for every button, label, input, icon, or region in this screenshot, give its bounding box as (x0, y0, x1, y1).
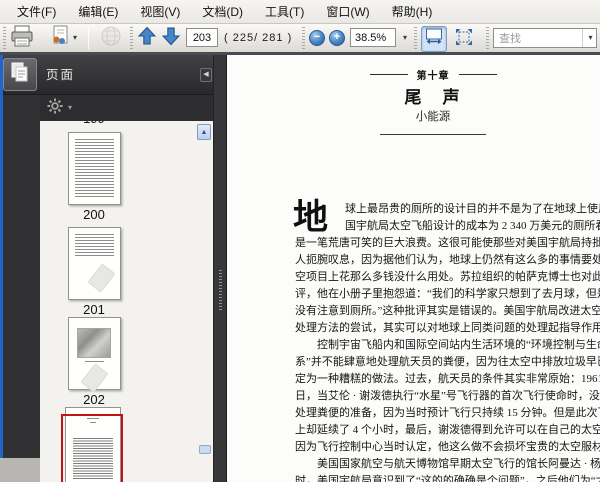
previous-page-button[interactable] (136, 26, 158, 50)
caret-down-icon: ▾ (402, 33, 407, 42)
thumbnail-panel: 199 200 201 202 ▲ (40, 121, 213, 482)
document-text-line: 处理粪便的准备，因为当时预计飞行只持续 15 分钟。但是此次飞行实际 (295, 407, 600, 419)
sidebar-bottom-block (0, 458, 40, 482)
options-caret-icon[interactable]: ▾ (68, 104, 72, 112)
down-arrow-icon (161, 26, 181, 51)
document-text-line: 美国国家航空与航天博物馆早期太空飞行的馆长阿曼达 · 杨说，此 (317, 458, 600, 470)
document-body-text: 球上最昂贵的厕所的设计目的并不是为了在地球上使用。为美 国宇航局太空飞船设计的成… (295, 201, 600, 482)
chapter-subtitle: 小能源 (415, 111, 451, 123)
thumbnail-page-200[interactable] (68, 132, 121, 205)
thumbnail-text-lines (75, 234, 114, 256)
next-page-button[interactable] (160, 26, 182, 50)
fit-width-icon (425, 28, 443, 50)
title-divider-rule (380, 134, 486, 135)
document-text-line: 系”并不能肆意地处理航天员的粪便，因为往太空中排放垃圾早已经被判 (295, 356, 600, 368)
up-arrow-icon (137, 26, 157, 51)
find-input[interactable]: 查找 ▾ (493, 28, 597, 48)
document-text-line: 没有注意到厕所。”这种批评其实是错误的。美国宇航局改进太空人员粪便 (295, 305, 600, 317)
splitter-grip[interactable] (219, 270, 222, 310)
gear-icon[interactable] (47, 97, 63, 119)
zoom-dropdown-button[interactable]: ▾ (397, 26, 411, 50)
print-button[interactable] (8, 25, 36, 52)
pdf-reader-window: 文件(F) 编辑(E) 视图(V) 文档(D) 工具(T) 窗口(W) 帮助(H… (0, 0, 600, 482)
document-text-line: 空项目上花那么多钱没什么用处。苏拉组织的帕萨克博士也对此进行了批 (295, 271, 600, 283)
thumbnail-watermark (87, 263, 116, 293)
document-text-line: 因为飞行控制中心当时认定，他这么做不会损坏宝贵的太空服材料。 (295, 441, 600, 453)
document-text-line: 定为一种糟糕的做法。过去，航天员的条件其实非常原始：1961 年 5 月 5 (295, 373, 600, 385)
thumbnail-label: 200 (83, 207, 105, 222)
document-page: 第十章 尾 声 小能源 地 球上最昂贵的厕所的设计目的并不是为了在地球上使用。为… (227, 55, 600, 482)
zoom-out-button[interactable]: − (309, 30, 325, 46)
document-text-line: 球上最昂贵的厕所的设计目的并不是为了在地球上使用。为美 (345, 203, 600, 215)
thumbnail-label: 202 (83, 392, 105, 407)
page-number-input[interactable]: 203 (186, 28, 218, 47)
menu-window[interactable]: 窗口(W) (315, 0, 380, 23)
menu-tools[interactable]: 工具(T) (254, 0, 315, 23)
document-text-line: 是一笔荒唐可笑的巨大浪费。这很可能使那些对美国宇航局持批评态度的 (295, 237, 600, 249)
panel-splitter[interactable] (213, 55, 227, 482)
thumbnail-text-lines (75, 139, 114, 197)
document-text-line: 控制宇宙飞船内和国际空间站内生活环境的“环境控制与生命支持体 (317, 339, 600, 351)
chapter-tag: 第十章 (416, 71, 450, 82)
chapter-rule-left (369, 74, 408, 75)
document-text-line: 国宇航局太空飞船设计的成本为 2 340 万美元的厕所看上去简直 (345, 220, 600, 232)
chapter-rule-right (458, 74, 497, 75)
fit-width-button[interactable] (421, 26, 447, 52)
menu-edit[interactable]: 编辑(E) (67, 0, 129, 23)
current-page-selection-box (61, 414, 123, 482)
thumbnail-label-clipped: 199 (68, 121, 120, 126)
thumbnail-scrollbar-thumb[interactable] (199, 445, 211, 454)
toolbar-grip[interactable] (130, 27, 133, 49)
collapse-sidebar-button[interactable]: ◀ (200, 68, 212, 82)
collaborate-icon (49, 25, 71, 52)
document-text-line: 时，美国宇航局意识到了“这的的确确是个问题”，之后他们为“太阳神” (295, 475, 600, 482)
printer-icon (10, 25, 34, 52)
toolbar-grip[interactable] (414, 27, 417, 49)
caret-down-icon: ▾ (588, 33, 593, 42)
caret-down-icon: ▾ (72, 33, 77, 42)
page-count-label: ( 225/ 281 ) (224, 32, 293, 44)
find-dropdown-button[interactable]: ▾ (582, 29, 596, 47)
menu-help[interactable]: 帮助(H) (381, 0, 444, 23)
find-placeholder: 查找 (499, 33, 521, 45)
sidebar-header: 页面 ◀ (0, 55, 213, 95)
sidebar-title: 页面 (46, 68, 76, 82)
thumbnail-options-row: ▾ (40, 95, 213, 121)
menu-document[interactable]: 文档(D) (191, 0, 254, 23)
document-text-line: 人扼腕叹息，因为据他们认为，地球上仍然有这么多的事情要处理，在太 (295, 254, 600, 266)
document-text-line: 日，当艾伦 · 谢泼德执行“水星”号飞行器的首次飞行使命时，没有任何 (295, 390, 600, 402)
thumbnail-watermark (80, 363, 109, 393)
document-text-line: 评，他在小册子里抱怨道：“我们的科学家只想到了去月球，但是他们根本 (295, 288, 600, 300)
zoom-in-button[interactable]: + (329, 30, 345, 46)
thumbnail-photo (77, 328, 111, 358)
document-text-line: 处理方法的尝试，其实可以对地球上同类问题的处理起指导作用。 (295, 322, 600, 334)
thumbnail-scroll-up-button[interactable]: ▲ (197, 124, 211, 140)
menu-file[interactable]: 文件(F) (6, 0, 67, 23)
toolbar: ▾ 203 (225/ 281) − + 38.5% ▾ 查找 ▾ (0, 24, 600, 55)
collaborate-button[interactable]: ▾ (44, 25, 82, 52)
fit-page-button[interactable] (451, 26, 477, 52)
share-button[interactable] (96, 26, 126, 50)
document-view[interactable]: 第十章 尾 声 小能源 地 球上最昂贵的厕所的设计目的并不是为了在地球上使用。为… (227, 55, 600, 482)
menu-bar: 文件(F) 编辑(E) 视图(V) 文档(D) 工具(T) 窗口(W) 帮助(H… (0, 0, 600, 24)
document-text-line: 上却延续了 4 个小时，最后，谢泼德得到允许可以在自己的太空服里撒尿， (295, 424, 600, 436)
zoom-level-input[interactable]: 38.5% (350, 28, 396, 47)
thumbnail-label: 201 (83, 302, 105, 317)
pages-icon (9, 61, 31, 88)
chapter-header: 第十章 (227, 67, 600, 82)
sidebar-icon-strip (3, 95, 40, 482)
toolbar-separator (88, 27, 89, 49)
pages-panel-button[interactable] (3, 58, 37, 91)
toolbar-grip[interactable] (486, 27, 489, 49)
toolbar-grip[interactable] (3, 27, 6, 49)
thumbnail-page-202[interactable] (68, 317, 121, 393)
toolbar-grip[interactable] (302, 27, 305, 49)
chapter-title: 尾 声 (404, 88, 462, 107)
share-globe-icon (99, 24, 123, 53)
menu-view[interactable]: 视图(V) (129, 0, 191, 23)
thumbnail-page-201[interactable] (68, 227, 121, 300)
fit-page-icon (455, 28, 473, 51)
